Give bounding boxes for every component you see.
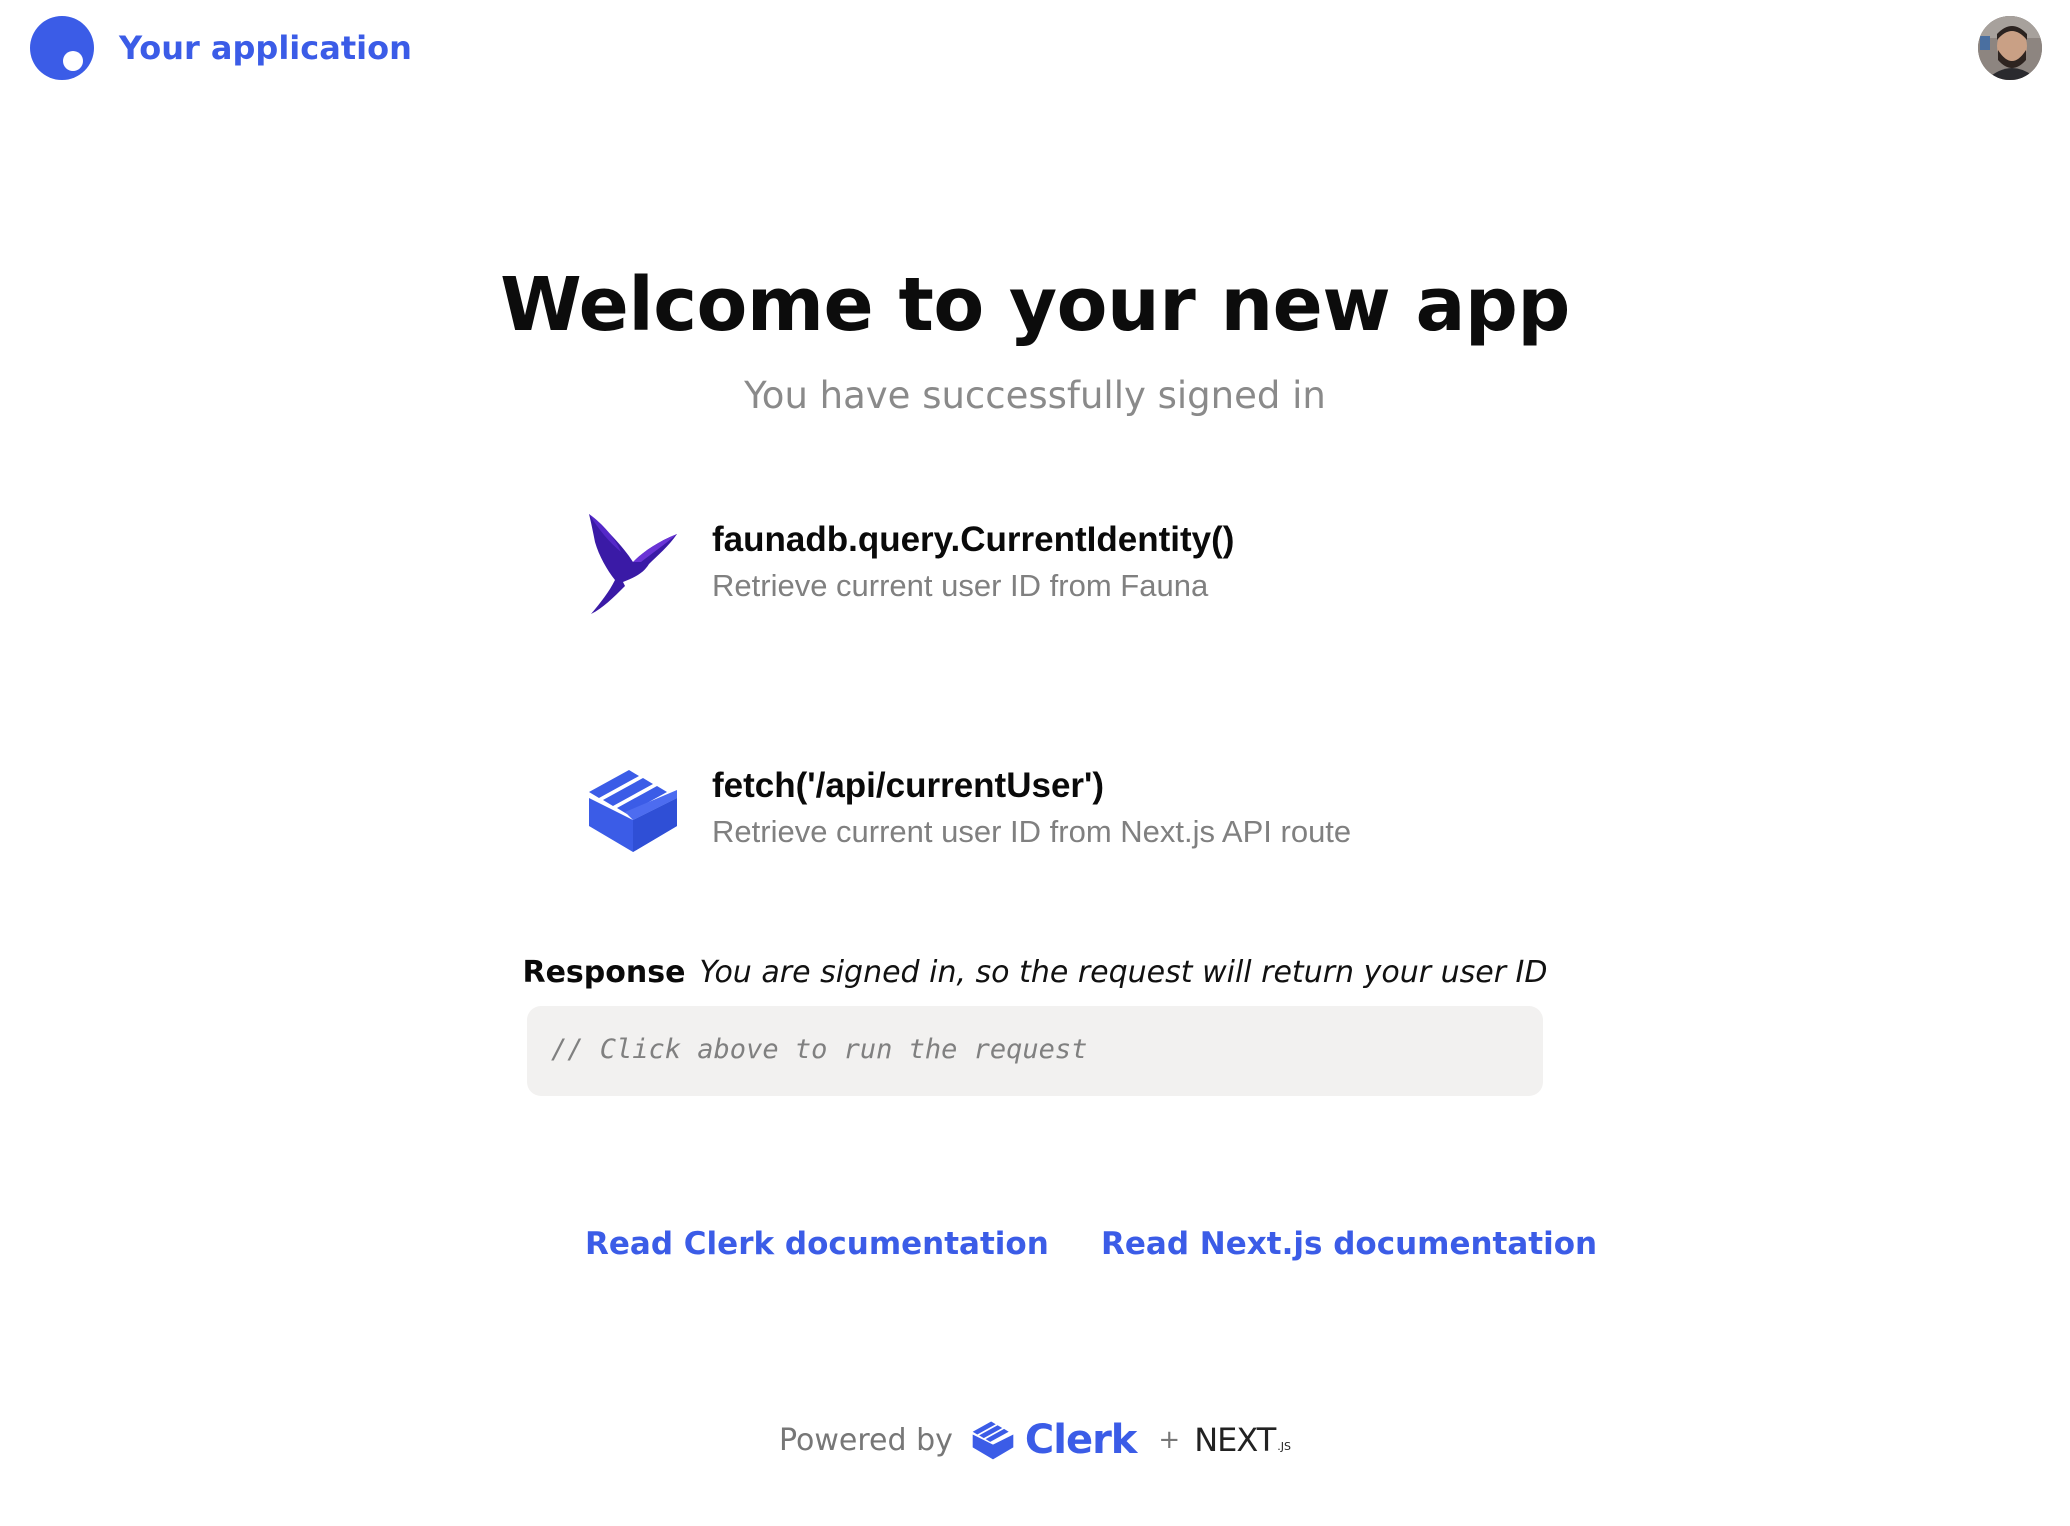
clerk-wordmark: Clerk: [1024, 1417, 1138, 1463]
response-code-text: // Click above to run the request: [551, 1034, 1088, 1065]
nextjs-docs-link[interactable]: Read Next.js documentation: [1101, 1226, 1597, 1262]
clerk-docs-link[interactable]: Read Clerk documentation: [585, 1226, 1049, 1262]
footer: Powered by Clerk + NEXT .JS: [0, 1412, 2070, 1468]
clerk-logo-link[interactable]: Clerk: [967, 1416, 1137, 1464]
fauna-bird-icon: [589, 514, 677, 614]
response-header: Response You are signed in, so the reques…: [0, 955, 2070, 990]
page-subtitle: You have successfully signed in: [744, 374, 1326, 417]
user-avatar-icon: [1978, 16, 2042, 80]
app-brand-link[interactable]: Your application: [30, 16, 412, 80]
nextjs-wordmark-suffix: .JS: [1277, 1440, 1291, 1453]
response-note: You are signed in, so the request will r…: [699, 955, 1548, 990]
nextjs-logo-link[interactable]: NEXT .JS: [1194, 1421, 1291, 1459]
app-logo-icon: [30, 16, 94, 80]
page-title: Welcome to your new app: [500, 262, 1570, 348]
user-avatar[interactable]: [1978, 16, 2042, 80]
api-fetch-action[interactable]: fetch('/api/currentUser') Retrieve curre…: [585, 758, 1485, 868]
api-action-description: Retrieve current user ID from Next.js AP…: [712, 814, 1352, 849]
response-label: Response: [522, 955, 686, 990]
fauna-action-title: faunadb.query.CurrentIdentity(): [712, 520, 1235, 559]
response-code-box: // Click above to run the request: [527, 1006, 1543, 1096]
nextjs-wordmark: NEXT: [1194, 1421, 1276, 1459]
app-name: Your application: [119, 29, 412, 67]
fauna-query-action[interactable]: faunadb.query.CurrentIdentity() Retrieve…: [585, 512, 1485, 622]
api-action-title: fetch('/api/currentUser'): [712, 766, 1105, 805]
app-root: Your application Welcome to your new app…: [0, 0, 2070, 1526]
plus-sign: +: [1158, 1425, 1181, 1455]
fauna-action-description: Retrieve current user ID from Fauna: [712, 568, 1209, 603]
clerk-logo-icon: [972, 1421, 1014, 1460]
clerk-box-icon: [589, 770, 677, 852]
powered-by-text: Powered by: [778, 1422, 953, 1458]
